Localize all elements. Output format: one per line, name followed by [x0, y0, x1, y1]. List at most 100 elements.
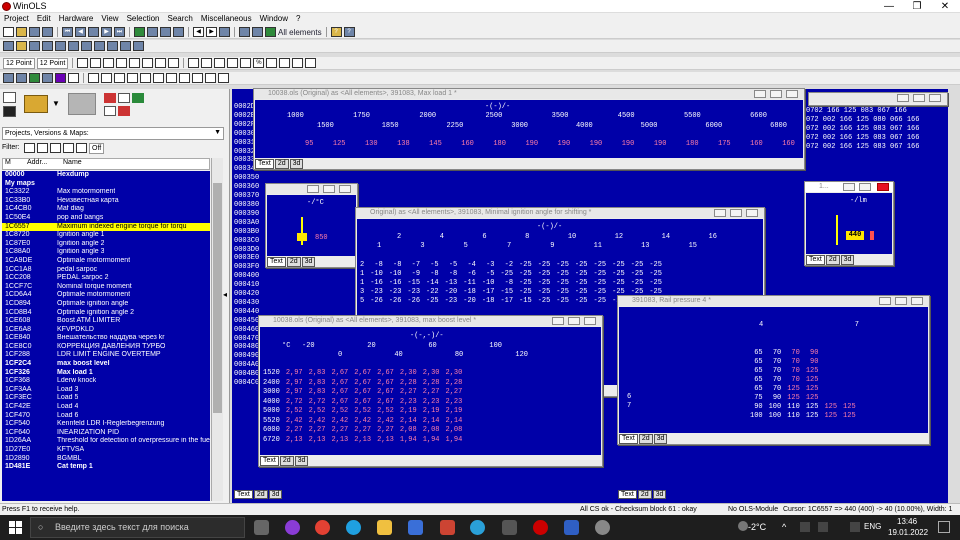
rail-pressure-window[interactable]: 391083, Rail pressure 4 * 47 67 65 70 70 90… — [617, 295, 930, 445]
settings-icon[interactable] — [595, 520, 610, 535]
map-cell[interactable]: 125 — [803, 403, 822, 412]
tool-e-icon[interactable] — [55, 41, 66, 51]
back-icon[interactable]: ◀ — [193, 27, 204, 37]
fmt-f-icon[interactable] — [142, 58, 154, 68]
map-cell[interactable]: 2,83 — [306, 388, 329, 398]
fmt-j-icon[interactable] — [201, 58, 213, 68]
map-cell[interactable]: 65 — [747, 358, 766, 367]
window-close[interactable] — [929, 94, 941, 102]
map-cell[interactable]: -25 — [609, 270, 628, 279]
view-c-icon[interactable] — [29, 73, 40, 83]
map-cell[interactable]: 2,67 — [351, 388, 374, 398]
filter-icon[interactable] — [265, 27, 276, 37]
map-cell[interactable]: 125 — [784, 394, 803, 403]
map-cell[interactable]: 70 — [766, 349, 785, 358]
map-cell[interactable]: 110 — [784, 412, 803, 421]
map-cell[interactable]: 2,27 — [443, 388, 466, 398]
max-load-window[interactable]: 10038.ols (Original) as <All elements>, … — [253, 88, 805, 170]
map-cell[interactable]: -25 — [591, 261, 610, 270]
map-cell[interactable]: 125 — [803, 412, 822, 421]
map-list-item[interactable]: 1CD8B4 Optimale ignition angle 2 — [2, 309, 210, 318]
menu-view[interactable]: View — [97, 13, 122, 26]
notification-icon[interactable] — [938, 521, 950, 533]
rail-pressure-grid[interactable]: 65 70 70 90 65 70 70 90 65 70 70 125 65 70 70 125 65 70 12… — [747, 349, 859, 421]
map-cell[interactable]: -25 — [628, 261, 647, 270]
map-cell[interactable]: 2,08 — [397, 426, 420, 436]
col-name[interactable]: Name — [63, 159, 82, 169]
view-g-icon[interactable] — [101, 73, 112, 83]
delete-icon[interactable] — [118, 106, 130, 116]
map-list-item[interactable]: 1C3322 Max motormoment — [2, 188, 210, 197]
chrome-icon[interactable] — [315, 520, 330, 535]
window-minimize[interactable] — [714, 209, 726, 217]
tab-2d[interactable]: 2d — [638, 434, 653, 444]
filter-d-icon[interactable] — [63, 143, 74, 153]
language-indicator[interactable]: ENG — [864, 522, 881, 531]
map-cell[interactable]: 2,14 — [397, 417, 420, 427]
window-maximize[interactable] — [568, 317, 580, 325]
map-cell[interactable]: -25 — [553, 279, 572, 288]
map-cell[interactable]: 2,27 — [328, 426, 351, 436]
map-cell[interactable]: 110 — [784, 403, 803, 412]
filter-off-button[interactable]: Off — [89, 143, 105, 154]
prev-icon[interactable]: ◀ — [75, 27, 86, 37]
map-cell[interactable]: -25 — [553, 297, 572, 306]
max-load-table[interactable]: -(-)/- 1000 1750 2000 2500 3500 4500 5500 6600 … — [255, 100, 803, 158]
map-cell[interactable]: 100 — [766, 412, 785, 421]
maps-list[interactable]: 00000 Hexdump My maps 1C3322 Max motormoment… — [2, 171, 210, 501]
window-close[interactable] — [584, 317, 596, 325]
map-cell[interactable]: 125 — [803, 394, 822, 403]
map-cell[interactable]: 65 — [747, 367, 766, 376]
y-axis-label[interactable]: 1 — [357, 270, 367, 279]
close-button[interactable]: ✕ — [931, 0, 959, 13]
percent-icon[interactable]: % — [253, 58, 265, 68]
open-icon[interactable] — [16, 27, 27, 37]
map-list-item[interactable]: 1CF2C4 max boost level — [2, 360, 210, 369]
window-minimize[interactable] — [879, 297, 891, 305]
map-cell[interactable]: 2,19 — [397, 407, 420, 417]
window-maximize[interactable] — [895, 297, 907, 305]
fmt-l-icon[interactable] — [227, 58, 239, 68]
map-cell[interactable]: -25 — [572, 261, 591, 270]
y-axis-label[interactable]: 1520 — [260, 369, 283, 379]
view-l-icon[interactable] — [166, 73, 177, 83]
fmt-c-icon[interactable] — [103, 58, 115, 68]
tab-text[interactable]: Text — [619, 434, 638, 444]
map-cell[interactable]: -8 — [386, 261, 405, 270]
map-cell[interactable]: 70 — [784, 376, 803, 385]
menu-window[interactable]: Window — [256, 13, 292, 26]
map-cell[interactable]: 2,27 — [306, 426, 329, 436]
map-cell[interactable]: -14 — [423, 279, 442, 288]
map-cell[interactable]: -25 — [535, 297, 554, 306]
window-minimize[interactable] — [754, 90, 766, 98]
map-cell[interactable]: 2,30 — [443, 369, 466, 379]
map-cell[interactable]: -5 — [442, 261, 461, 270]
map-cell[interactable]: 125 — [784, 385, 803, 394]
map-cell[interactable]: 2,83 — [306, 379, 329, 389]
tool-i-icon[interactable] — [107, 41, 118, 51]
y-axis-label[interactable]: 6720 — [260, 436, 283, 446]
cut-icon[interactable] — [104, 93, 116, 103]
map-cell[interactable]: -8 — [423, 270, 442, 279]
max-boost-table[interactable]: -(-,-)/- °C -20 20 60 100 0 40 80 120 1520 2,97… — [260, 327, 601, 455]
project-icon[interactable] — [68, 93, 96, 115]
map-list-item[interactable]: 1C6557 Maximum indexed engine torque for … — [2, 222, 210, 232]
map-cell[interactable]: -2 — [497, 261, 516, 270]
view-f-icon[interactable] — [88, 73, 99, 83]
map-cell[interactable]: -25 — [535, 270, 554, 279]
map-list-item[interactable]: 1D26AA Threshold for detection of overpre… — [2, 437, 210, 446]
app-tray-icon[interactable] — [818, 522, 828, 532]
map-cell[interactable]: -25 — [628, 270, 647, 279]
start-icon[interactable] — [9, 521, 22, 534]
map-cell[interactable]: 2,67 — [328, 398, 351, 408]
menu-selection[interactable]: Selection — [123, 13, 164, 26]
map-cell[interactable]: 2,67 — [328, 369, 351, 379]
map-cell[interactable]: -25 — [553, 261, 572, 270]
map-cell[interactable]: -5 — [423, 261, 442, 270]
map-cell[interactable]: -25 — [516, 279, 535, 288]
weather-icon[interactable] — [738, 521, 748, 531]
maps-scrollbar[interactable] — [211, 158, 223, 501]
map-cell[interactable]: -25 — [591, 297, 610, 306]
map-list-item[interactable]: 1C33B0 Неизвестная карта — [2, 197, 210, 206]
map-cell[interactable]: -25 — [572, 288, 591, 297]
